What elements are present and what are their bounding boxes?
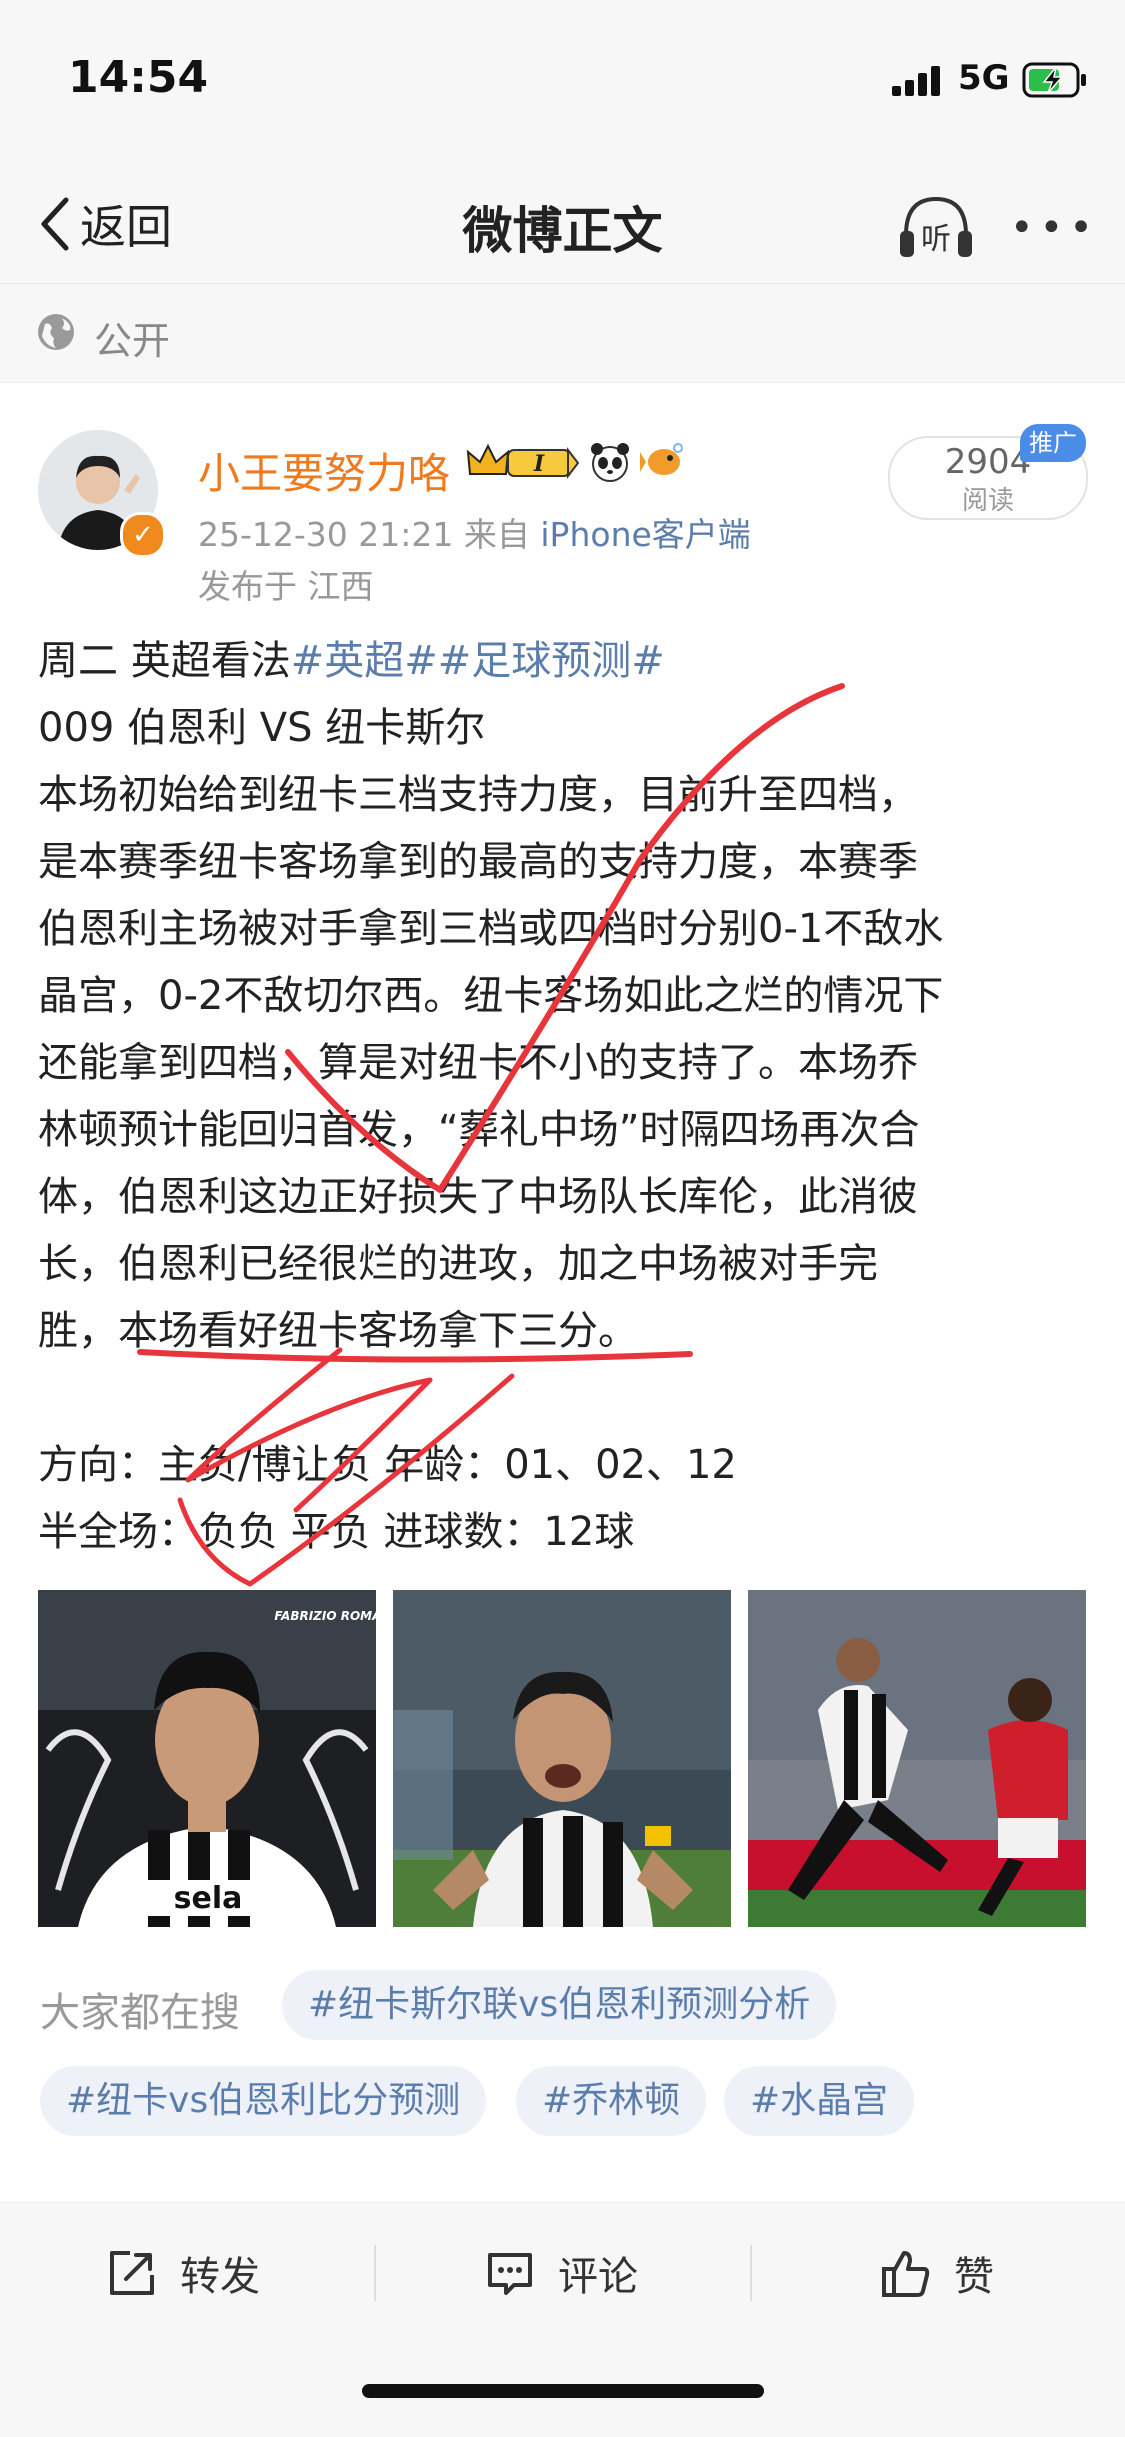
post-source-link[interactable]: iPhone客户端 — [540, 515, 750, 554]
source-prefix: 来自 — [463, 515, 530, 554]
post-line: 本场初始给到纽卡三档支持力度，目前升至四档， — [38, 772, 918, 818]
post-line: 半全场：负负 平负 进球数：12球 — [38, 1509, 635, 1555]
panda-badge-icon[interactable] — [588, 440, 632, 484]
repost-label: 转发 — [180, 2254, 260, 2300]
post-line: 还能拿到四档，算是对纽卡不小的支持了。本场乔 — [38, 1040, 918, 1086]
sponsor-text: sela — [174, 1881, 243, 1916]
navigation-bar: 返回 微博正文 听 ••• — [0, 165, 1125, 284]
user-badges: I — [464, 440, 684, 484]
comment-button[interactable]: 评论 — [484, 2233, 638, 2313]
visibility-row: 公开 — [0, 284, 1125, 383]
post-line: 晶宫，0-2不敌切尔西。纽卡客场如此之烂的情况下 — [38, 973, 944, 1019]
trending-label: 大家都在搜 — [40, 1990, 240, 2036]
player-photo-1: sela FABRIZIO ROMANO — [38, 1590, 376, 1927]
post-line: 是本赛季纽卡客场拿到的最高的支持力度，本赛季 — [38, 839, 918, 885]
globe-icon — [38, 314, 74, 350]
promo-badge[interactable]: 推广 — [1020, 424, 1086, 462]
trending-chip[interactable]: #水晶宫 — [724, 2066, 915, 2136]
post-line: 体，伯恩利这边正好损失了中场队长库伦，此消彼 — [38, 1174, 918, 1220]
action-bar: 转发 评论 赞 — [0, 2202, 1125, 2437]
like-label: 赞 — [954, 2254, 994, 2300]
post-line: 009 伯恩利 VS 纽卡斯尔 — [38, 705, 486, 751]
photo-thumbnail[interactable] — [393, 1590, 731, 1927]
post-line: 方向：主负/博让负 年龄：01、02、12 — [38, 1442, 737, 1488]
repost-button[interactable]: 转发 — [106, 2233, 260, 2313]
more-options-icon[interactable]: ••• — [1010, 205, 1099, 251]
visibility-label: 公开 — [94, 319, 171, 363]
post-line: 伯恩利主场被对手拿到三档或四档时分别0-1不敌水 — [38, 906, 944, 952]
fish-badge-icon[interactable] — [640, 440, 684, 484]
post-location: 发布于 江西 — [198, 567, 374, 606]
photo-thumbnail[interactable]: sela FABRIZIO ROMANO — [38, 1590, 376, 1927]
verified-badge-icon: ✓ — [120, 512, 166, 558]
divider — [374, 2245, 376, 2301]
status-time: 14:54 — [68, 52, 209, 103]
photo-thumbnail[interactable] — [748, 1590, 1086, 1927]
post-line: 周二 英超看法#英超##足球预测# — [38, 628, 1088, 695]
repost-icon — [110, 2251, 154, 2295]
post-line: 长，伯恩利已经很烂的进攻，加之中场被对手完 — [38, 1241, 878, 1287]
post-meta: 25-12-30 21:21 来自 iPhone客户端 — [198, 508, 751, 556]
trending-chip[interactable]: #纽卡vs伯恩利比分预测 — [40, 2066, 487, 2136]
comment-icon — [488, 2253, 532, 2295]
battery-charging-icon — [1022, 62, 1086, 98]
read-label: 阅读 — [961, 486, 1014, 516]
trending-chip[interactable]: #乔林顿 — [516, 2066, 707, 2136]
listen-headphones-icon[interactable]: 听 — [896, 187, 976, 267]
cellular-signal-icon — [892, 66, 940, 96]
post-time: 25-12-30 21:21 — [198, 515, 454, 554]
photo-caption: FABRIZIO ROMANO — [274, 1609, 376, 1623]
author-name[interactable]: 小王要努力咯 — [198, 440, 450, 501]
like-button[interactable]: 赞 — [880, 2233, 994, 2313]
post-intro: 周二 英超看法 — [38, 638, 291, 684]
thumbs-up-icon — [882, 2251, 930, 2297]
divider — [750, 2245, 752, 2301]
post-line: 林顿预计能回归首发，“葬礼中场”时隔四场再次合 — [38, 1107, 920, 1153]
post-body: 周二 英超看法#英超##足球预测# 009 伯恩利 VS 纽卡斯尔 本场初始给到… — [38, 628, 1088, 1566]
listen-label: 听 — [921, 222, 951, 257]
photo-grid: sela FABRIZIO ROMANO — [38, 1590, 1088, 1927]
trending-chip[interactable]: #纽卡斯尔联vs伯恩利预测分析 — [282, 1970, 837, 2040]
hashtag-link[interactable]: #英超##足球预测# — [291, 638, 665, 684]
badge-level: I — [533, 451, 545, 477]
player-photo-3 — [748, 1590, 1086, 1927]
post-line: 胜，本场看好纽卡客场拿下三分。 — [38, 1308, 638, 1354]
comment-label: 评论 — [558, 2254, 638, 2300]
network-type: 5G — [958, 58, 1010, 98]
status-bar: 14:54 5G — [0, 0, 1125, 165]
vip-crown-badge-icon[interactable]: I — [464, 440, 580, 484]
home-indicator[interactable] — [362, 2384, 764, 2398]
player-photo-2 — [393, 1590, 731, 1927]
